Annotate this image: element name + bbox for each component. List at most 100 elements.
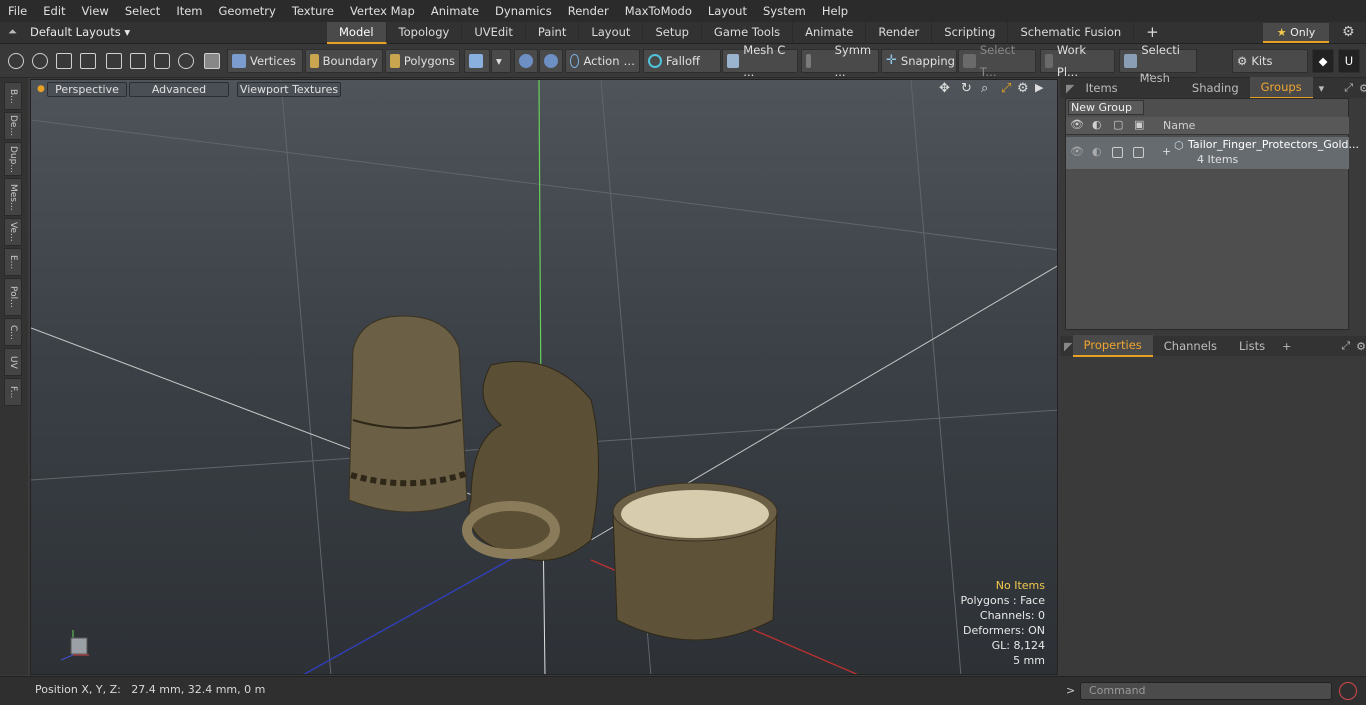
gear-icon[interactable]: ⚙ xyxy=(1356,340,1366,353)
symmetry-button[interactable]: Symm ... xyxy=(801,43,879,79)
kits-button[interactable]: ⚙ Kits xyxy=(1232,49,1308,73)
align-icon[interactable] xyxy=(106,53,122,69)
menu-view[interactable]: View xyxy=(74,0,117,22)
tab-topology[interactable]: Topology xyxy=(387,22,463,44)
menu-system[interactable]: System xyxy=(755,0,814,22)
symmetry-y-button[interactable] xyxy=(539,49,563,73)
eye-column-icon[interactable]: 👁 xyxy=(1070,118,1084,131)
polygons-label: Polygons xyxy=(403,54,455,68)
chevron-down-icon[interactable]: ▾ xyxy=(1319,82,1325,95)
tab-groups[interactable]: Groups xyxy=(1249,77,1313,99)
menu-geometry[interactable]: Geometry xyxy=(211,0,284,22)
menu-help[interactable]: Help xyxy=(814,0,856,22)
advanced-button[interactable]: Advanced xyxy=(129,82,229,97)
render-icon[interactable]: ◐ xyxy=(1092,145,1102,158)
new-group-button[interactable]: New Group xyxy=(1068,100,1144,115)
menu-select[interactable]: Select xyxy=(117,0,168,22)
tab-lists[interactable]: Lists xyxy=(1228,336,1276,356)
layout-collapse-icon[interactable]: ⏶ xyxy=(8,25,17,39)
viewport-dot-icon[interactable]: ● xyxy=(37,84,45,94)
expand-panel-icon[interactable]: ⤢ xyxy=(1341,339,1350,353)
gear-icon[interactable]: ⚙ xyxy=(1017,81,1029,96)
grid-icon[interactable] xyxy=(130,53,146,69)
polygons-button[interactable]: Polygons xyxy=(385,49,460,73)
tab-properties[interactable]: Properties xyxy=(1072,335,1153,357)
render-column-icon[interactable]: ◐ xyxy=(1092,118,1102,131)
mesh-constraints-button[interactable]: Mesh C ... xyxy=(722,43,798,79)
snapping-button[interactable]: ✛ Snapping xyxy=(881,49,957,73)
tab-model[interactable]: Model xyxy=(327,22,387,44)
menu-item[interactable]: Item xyxy=(168,0,210,22)
vertices-button[interactable]: Vertices xyxy=(227,49,303,73)
menu-maxtomodo[interactable]: MaxToModo xyxy=(617,0,700,22)
menu-render[interactable]: Render xyxy=(560,0,617,22)
menu-file[interactable]: File xyxy=(0,0,35,22)
perspective-button[interactable]: Perspective xyxy=(47,82,127,97)
select-checkbox[interactable] xyxy=(1133,147,1144,158)
symmetry-x-button[interactable] xyxy=(514,49,538,73)
layout-selector[interactable]: Default Layouts ▾ xyxy=(30,25,130,39)
select-through-button[interactable]: Select T... xyxy=(958,43,1036,79)
tab-setup[interactable]: Setup xyxy=(643,22,702,44)
left-tab-edge[interactable]: E... xyxy=(4,248,22,276)
pen-icon[interactable] xyxy=(56,53,72,69)
tab-paint[interactable]: Paint xyxy=(526,22,580,44)
menu-dynamics[interactable]: Dynamics xyxy=(487,0,560,22)
fit-view-icon[interactable]: ⤢ xyxy=(1001,81,1011,96)
snap-circle-icon[interactable] xyxy=(178,53,194,69)
tab-channels[interactable]: Channels xyxy=(1153,336,1228,356)
menu-edit[interactable]: Edit xyxy=(35,0,73,22)
select-column-icon[interactable]: ▣ xyxy=(1134,118,1144,131)
left-tab-duplicate[interactable]: Dup... xyxy=(4,142,22,176)
zoom-icon[interactable]: ⌕ xyxy=(981,81,988,96)
mode-dropdown[interactable]: ▾ xyxy=(491,49,511,73)
record-icon[interactable] xyxy=(1339,682,1357,700)
only-toggle[interactable]: ★ Only xyxy=(1263,23,1329,43)
viewport-textures-button[interactable]: Viewport Textures xyxy=(237,82,341,97)
gear-icon[interactable]: ⚙ xyxy=(1359,82,1366,95)
work-plane-button[interactable]: Work Pl... xyxy=(1040,43,1115,79)
play-arrow-icon[interactable]: ▶ xyxy=(1035,81,1043,94)
tab-render[interactable]: Render xyxy=(866,22,933,44)
frame-icon[interactable] xyxy=(154,53,170,69)
tab-uvedit[interactable]: UVEdit xyxy=(462,22,526,44)
3d-viewport[interactable]: ● Perspective Advanced Viewport Textures… xyxy=(30,79,1058,675)
lock-column-icon[interactable]: ▢ xyxy=(1113,118,1123,131)
tab-items[interactable]: Items xyxy=(1074,78,1128,98)
left-tab-basic[interactable]: B... xyxy=(4,82,22,110)
group-row[interactable]: 👁 ◐ + ⬡ Tailor_Finger_Protectors_Gold...… xyxy=(1066,137,1359,169)
left-tab-mesh-edit[interactable]: Mes... xyxy=(4,178,22,216)
boundary-button[interactable]: Boundary xyxy=(305,49,383,73)
lock-checkbox[interactable] xyxy=(1112,147,1123,158)
tab-layout[interactable]: Layout xyxy=(579,22,644,44)
menu-texture[interactable]: Texture xyxy=(284,0,342,22)
globe-icon[interactable] xyxy=(32,53,48,69)
menu-vertex-map[interactable]: Vertex Map xyxy=(342,0,423,22)
left-tab-fusion[interactable]: F... xyxy=(4,378,22,406)
expand-panel-icon[interactable]: ⤢ xyxy=(1344,81,1353,95)
gear-icon[interactable]: ⚙ xyxy=(1342,24,1355,40)
add-tab-icon[interactable]: + xyxy=(1282,340,1291,353)
brush-icon[interactable] xyxy=(80,53,96,69)
left-tab-uv[interactable]: UV xyxy=(4,348,22,376)
item-mode-button[interactable] xyxy=(464,49,490,73)
command-input[interactable]: Command xyxy=(1080,682,1332,700)
tab-shading[interactable]: Shading xyxy=(1181,78,1250,98)
rotate-view-icon[interactable]: ↻ xyxy=(961,81,972,96)
left-tab-vertex[interactable]: Ve... xyxy=(4,218,22,246)
unreal-logo-icon[interactable]: U xyxy=(1338,49,1360,73)
move-view-icon[interactable]: ✥ xyxy=(939,81,950,96)
group-icon: ⬡ xyxy=(1174,139,1184,152)
select-circle-icon[interactable] xyxy=(8,53,24,69)
modo-logo-icon[interactable]: ◆ xyxy=(1312,49,1334,73)
left-tab-deform[interactable]: De... xyxy=(4,112,22,140)
menu-layout[interactable]: Layout xyxy=(700,0,755,22)
left-tab-curve[interactable]: C... xyxy=(4,318,22,346)
eye-icon[interactable]: 👁 xyxy=(1070,145,1084,158)
action-center-button[interactable]: Action… xyxy=(565,49,640,73)
solid-icon[interactable] xyxy=(204,53,220,69)
menu-animate[interactable]: Animate xyxy=(423,0,487,22)
falloff-button[interactable]: Falloff xyxy=(643,49,721,73)
expand-icon[interactable]: + xyxy=(1162,145,1171,158)
left-tab-polygon[interactable]: Pol... xyxy=(4,278,22,316)
